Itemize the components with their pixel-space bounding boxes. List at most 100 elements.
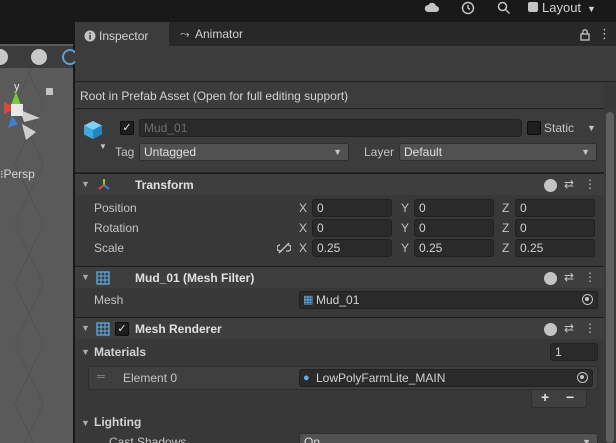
scene-tool-button[interactable] — [0, 49, 8, 65]
cast-shadows-label: Cast Shadows — [109, 435, 187, 443]
mesh-renderer-icon — [96, 322, 110, 336]
axis-x-label: X — [299, 201, 308, 215]
chevron-down-icon: ▼ — [581, 147, 590, 157]
static-dropdown-icon[interactable]: ▼ — [587, 123, 596, 133]
cloud-icon[interactable] — [424, 0, 440, 16]
mesh-object-field[interactable]: ▦ Mud_01 — [299, 291, 598, 309]
object-picker-icon[interactable] — [582, 294, 593, 305]
tab-animator[interactable]: ⤳ Animator — [173, 22, 263, 46]
remove-element-button[interactable]: − — [566, 389, 574, 405]
chevron-down-icon: ▼ — [582, 437, 591, 443]
scale-x-field[interactable]: 0.25 — [312, 239, 392, 257]
static-checkbox[interactable] — [527, 121, 541, 135]
mesh-filter-icon — [96, 271, 110, 285]
rotation-y-field[interactable]: 0 — [414, 219, 494, 237]
lighting-foldout-icon[interactable]: ▼ — [81, 418, 90, 428]
tab-inspector-label: Inspector — [99, 29, 149, 43]
mesh-renderer-enabled-checkbox[interactable]: ✓ — [115, 322, 129, 336]
history-icon[interactable] — [460, 0, 476, 16]
transform-icon — [98, 179, 110, 190]
position-label: Position — [94, 201, 137, 215]
foldout-arrow-icon[interactable]: ▼ — [81, 272, 90, 282]
mesh-icon: ▦ — [303, 294, 314, 306]
layout-label: Layout — [542, 0, 582, 15]
foldout-arrow-icon[interactable]: ▼ — [81, 323, 90, 333]
more-options-icon[interactable]: ⋮ — [598, 26, 611, 42]
mesh-renderer-header[interactable]: ▼ ✓ Mesh Renderer ? ⇄ ⋮ — [75, 317, 604, 339]
mesh-filter-header[interactable]: ▼ Mud_01 (Mesh Filter) ? ⇄ ⋮ — [75, 266, 604, 288]
cast-shadows-dropdown[interactable]: On ▼ — [299, 433, 598, 443]
list-footer — [531, 390, 587, 408]
scene-gizmo-icon[interactable]: y — [0, 80, 60, 155]
rotation-x-field[interactable]: 0 — [312, 219, 392, 237]
transform-header[interactable]: ▼ Transform ? ⇄ ⋮ — [75, 173, 604, 195]
mesh-renderer-body — [75, 340, 604, 443]
layer-label: Layer — [364, 145, 395, 159]
object-picker-icon[interactable] — [577, 372, 588, 383]
material-object-field[interactable]: ● LowPolyFarmLite_MAIN — [299, 369, 593, 387]
foldout-arrow-icon[interactable]: ▼ — [81, 179, 90, 189]
chevron-down-icon: ▼ — [587, 4, 596, 14]
scale-y-field[interactable]: 0.25 — [414, 239, 494, 257]
gameobject-active-checkbox[interactable]: ✓ — [120, 121, 134, 135]
add-element-button[interactable]: + — [541, 389, 549, 405]
layer-dropdown[interactable]: Default ▼ — [399, 143, 597, 161]
mesh-value: Mud_01 — [316, 293, 360, 307]
component-menu-icon[interactable]: ⋮ — [584, 270, 596, 284]
tag-dropdown[interactable]: Untagged ▼ — [139, 143, 349, 161]
rotation-label: Rotation — [94, 221, 139, 235]
element-0-label: Element 0 — [123, 371, 178, 385]
presets-icon[interactable]: ⇄ — [564, 321, 574, 335]
cast-shadows-value: On — [304, 435, 321, 443]
gameobject-name-field[interactable]: Mud_01 — [139, 119, 522, 137]
prefab-note: Root in Prefab Asset (Open for full edit… — [75, 83, 604, 109]
presets-icon[interactable]: ⇄ — [564, 270, 574, 284]
axis-z-label: Z — [502, 201, 510, 215]
position-z-field[interactable]: 0 — [515, 199, 595, 217]
tab-bar: Inspector ⤳ Animator ⋮ — [75, 22, 616, 46]
scene-tool-button[interactable] — [31, 49, 47, 65]
axis-y-label: Y — [401, 201, 410, 215]
scale-z-field[interactable]: 0.25 — [515, 239, 595, 257]
help-icon[interactable]: ? — [544, 323, 557, 336]
tab-inspector[interactable]: Inspector — [75, 22, 169, 46]
drag-handle-icon[interactable]: ═ — [97, 371, 105, 383]
materials-foldout-icon[interactable]: ▼ — [81, 347, 90, 357]
mesh-label: Mesh — [94, 293, 124, 307]
axis-x-label: X — [299, 241, 308, 255]
perspective-label: Persp — [3, 167, 35, 181]
tab-animator-label: Animator — [195, 27, 244, 41]
scene-view-mode[interactable]: ⁝Persp — [0, 167, 35, 181]
scale-label: Scale — [94, 241, 125, 255]
presets-icon[interactable]: ⇄ — [564, 177, 574, 191]
help-icon[interactable]: ? — [544, 272, 557, 285]
search-icon[interactable] — [496, 0, 512, 16]
scene-toolbar — [0, 46, 78, 68]
lighting-label[interactable]: Lighting — [94, 413, 141, 431]
materials-count-field[interactable]: 1 — [550, 343, 598, 361]
top-toolbar: Layout ▼ — [0, 0, 616, 22]
rotation-z-field[interactable]: 0 — [515, 219, 595, 237]
component-menu-icon[interactable]: ⋮ — [584, 177, 596, 191]
mesh-filter-title: Mud_01 (Mesh Filter) — [135, 271, 255, 285]
lock-icon[interactable] — [580, 29, 590, 41]
help-icon[interactable]: ? — [544, 179, 557, 192]
constrain-proportions-icon[interactable] — [277, 242, 291, 254]
gameobject-header: ▼ ✓ Mud_01 Static ▼ Tag Untagged ▼ Layer … — [75, 110, 604, 173]
scrollbar-thumb[interactable] — [606, 112, 614, 443]
material-sphere-icon: ● — [303, 372, 310, 384]
gameobject-cube-icon[interactable] — [82, 119, 104, 141]
animator-icon: ⤳ — [180, 27, 190, 41]
component-menu-icon[interactable]: ⋮ — [584, 321, 596, 335]
position-x-field[interactable]: 0 — [312, 199, 392, 217]
material-value: LowPolyFarmLite_MAIN — [316, 371, 446, 385]
transform-title: Transform — [135, 178, 194, 192]
materials-label[interactable]: Materials — [94, 343, 146, 361]
axis-x-label: X — [299, 221, 308, 235]
mesh-renderer-title: Mesh Renderer — [135, 322, 222, 336]
icon-dropdown-icon[interactable]: ▼ — [99, 142, 107, 151]
layout-dropdown[interactable]: Layout ▼ — [528, 0, 596, 16]
tag-label: Tag — [115, 145, 135, 159]
axis-z-label: Z — [502, 241, 510, 255]
position-y-field[interactable]: 0 — [414, 199, 494, 217]
